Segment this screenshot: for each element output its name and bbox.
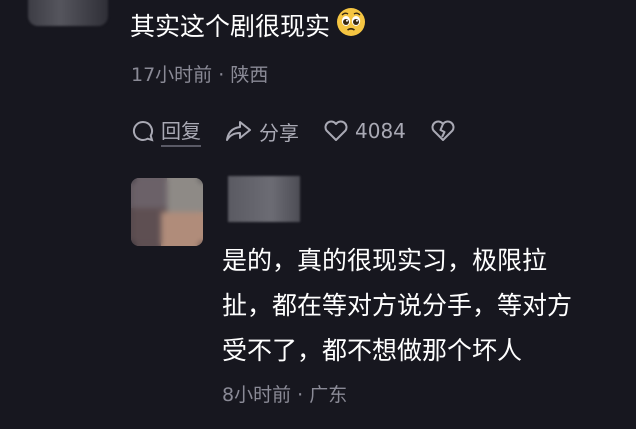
reply-time: 8小时前 bbox=[222, 384, 292, 406]
comment-actions: 回复 分享 4084 bbox=[131, 115, 456, 147]
broken-heart-icon bbox=[430, 119, 456, 143]
share-arrow-icon bbox=[225, 119, 253, 143]
comment-body: 其实这个剧很现实 bbox=[130, 7, 366, 46]
comment-meta: 17小时前 · 陕西 bbox=[131, 60, 268, 87]
reply-text: 是的，真的很现实习，极限拉扯，都在等对方说分手，等对方受不了，都不想做那个坏人 bbox=[222, 246, 573, 365]
comment-time: 17小时前 bbox=[131, 64, 213, 86]
pleading-face-emoji-icon bbox=[336, 7, 366, 46]
dislike-button[interactable] bbox=[430, 119, 456, 143]
share-label: 分享 bbox=[259, 120, 299, 145]
meta-separator: · bbox=[297, 384, 304, 406]
comment-location: 陕西 bbox=[230, 64, 269, 86]
heart-icon bbox=[323, 119, 349, 143]
reply-location: 广东 bbox=[309, 384, 348, 406]
meta-separator: · bbox=[218, 64, 225, 86]
reply-button[interactable]: 回复 bbox=[131, 115, 201, 147]
replier-avatar[interactable] bbox=[131, 178, 203, 246]
replier-name-redacted[interactable] bbox=[228, 176, 300, 222]
comment-bubble-icon bbox=[131, 119, 155, 143]
like-button[interactable]: 4084 bbox=[323, 119, 406, 143]
like-count: 4084 bbox=[355, 119, 406, 143]
share-button[interactable]: 分享 bbox=[225, 117, 299, 146]
commenter-avatar[interactable] bbox=[28, 0, 108, 26]
comment-text: 其实这个剧很现实 bbox=[130, 12, 331, 41]
reply-meta: 8小时前 · 广东 bbox=[222, 380, 347, 407]
reply-label: 回复 bbox=[161, 115, 201, 147]
